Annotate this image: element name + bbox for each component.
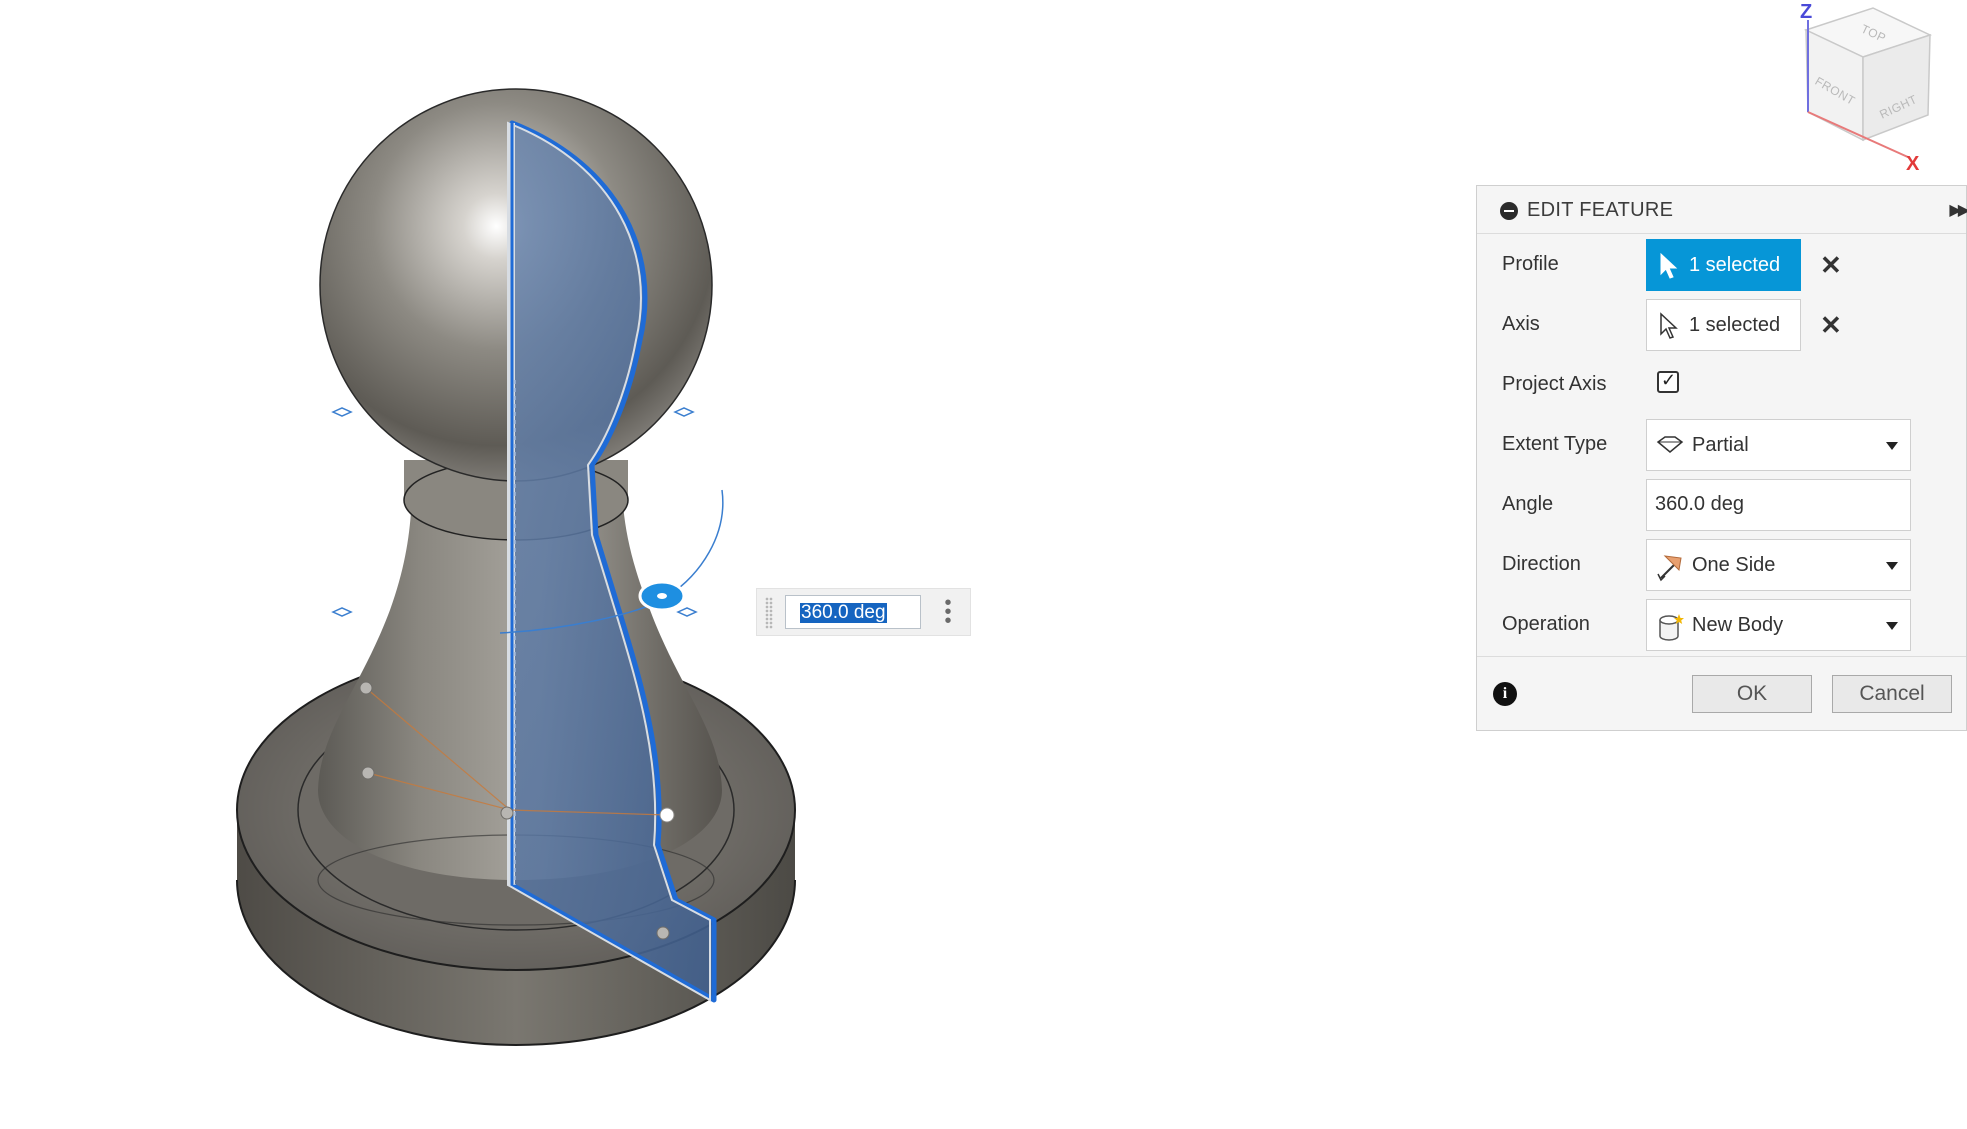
panel-title: EDIT FEATURE	[1527, 199, 1674, 221]
direction-label: Direction	[1502, 553, 1581, 575]
angle-label: Angle	[1502, 493, 1554, 515]
inline-angle-field[interactable]: 360.0 deg	[785, 595, 921, 629]
chevron-down-icon	[1886, 622, 1898, 630]
more-options-icon[interactable]: • • •	[943, 593, 953, 631]
profile-select-value: 1 selected	[1689, 254, 1781, 276]
ok-button[interactable]: OK	[1692, 675, 1812, 713]
extent-type-dropdown[interactable]: Partial	[1646, 419, 1911, 471]
project-axis-checkbox[interactable]: ✓	[1657, 370, 1679, 393]
cancel-button[interactable]: Cancel	[1832, 675, 1952, 713]
chevron-down-icon	[1886, 442, 1898, 450]
operation-label: Operation	[1502, 613, 1590, 635]
chevron-down-icon	[1886, 562, 1898, 570]
cursor-arrow-icon	[1660, 312, 1678, 339]
profile-clear-icon[interactable]: ✕	[1820, 252, 1842, 278]
profile-label: Profile	[1502, 253, 1559, 275]
operation-value: New Body	[1692, 614, 1784, 636]
partial-extent-icon	[1656, 436, 1684, 453]
new-body-icon	[1659, 614, 1684, 641]
check-icon: ✓	[1661, 370, 1677, 390]
info-icon[interactable]: i	[1493, 682, 1517, 706]
axis-select-value: 1 selected	[1689, 314, 1781, 336]
z-axis-label: Z	[1800, 1, 1812, 23]
axis-clear-icon[interactable]: ✕	[1820, 312, 1842, 338]
direction-dropdown[interactable]: One Side	[1646, 539, 1911, 591]
cursor-arrow-icon	[1660, 252, 1678, 279]
one-side-direction-icon	[1657, 555, 1682, 582]
axis-select-button[interactable]: 1 selected	[1646, 299, 1801, 351]
inline-angle-input-box[interactable]: 360.0 deg • • •	[756, 588, 971, 636]
angle-input-value: 360.0 deg	[1655, 493, 1744, 515]
drag-grip-icon[interactable]	[765, 597, 773, 629]
collapse-icon[interactable]	[1500, 202, 1518, 220]
edit-feature-panel: EDIT FEATURE ▶▶ Profile 1 selected ✕ Axi…	[1476, 185, 1967, 731]
project-axis-label: Project Axis	[1502, 373, 1607, 395]
operation-dropdown[interactable]: New Body	[1646, 599, 1911, 651]
axis-label: Axis	[1502, 313, 1540, 335]
extent-type-label: Extent Type	[1502, 433, 1608, 455]
panel-header[interactable]: EDIT FEATURE ▶▶	[1477, 186, 1967, 234]
profile-select-button[interactable]: 1 selected	[1646, 239, 1801, 291]
angle-input[interactable]: 360.0 deg	[1646, 479, 1911, 531]
x-axis-label: X	[1906, 153, 1920, 170]
panel-footer: i OK Cancel	[1477, 656, 1966, 732]
inline-angle-value: 360.0 deg	[800, 602, 887, 623]
direction-value: One Side	[1692, 554, 1776, 576]
extent-type-value: Partial	[1692, 434, 1749, 456]
expand-panel-icon[interactable]: ▶▶	[1949, 200, 1967, 220]
view-cube[interactable]: TOP FRONT RIGHT Z X	[1778, 0, 1938, 175]
